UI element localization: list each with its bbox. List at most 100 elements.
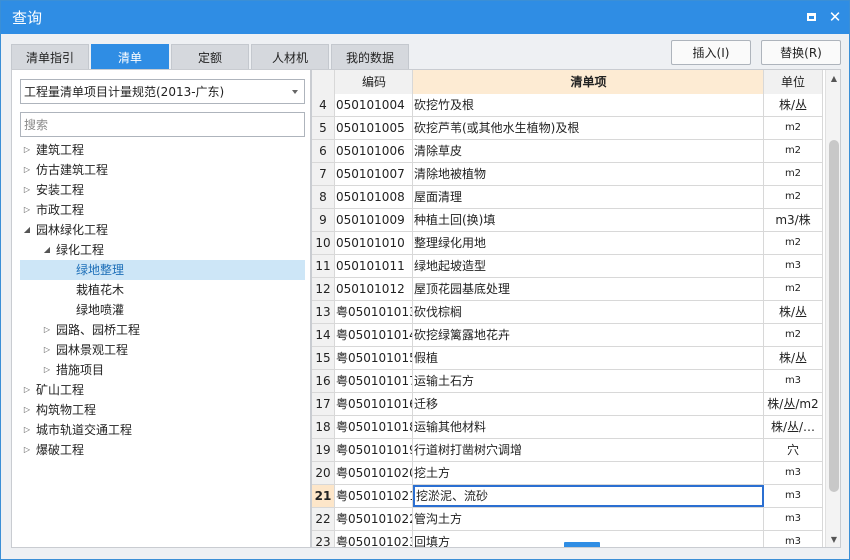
code-cell[interactable]: 粤050101022 xyxy=(335,508,413,530)
unit-cell[interactable]: m3 xyxy=(764,485,823,507)
tree-node[interactable]: ▷ 仿古建筑工程 xyxy=(20,160,305,180)
tree-node[interactable]: 绿地整理 xyxy=(20,260,305,280)
unit-column-header[interactable]: 单位 xyxy=(764,70,823,94)
code-cell[interactable]: 050101008 xyxy=(335,186,413,208)
tree-node[interactable]: ▷ 矿山工程 xyxy=(20,380,305,400)
expand-caret-icon[interactable]: ▷ xyxy=(22,200,32,220)
unit-cell[interactable]: m2 xyxy=(764,324,823,346)
name-cell[interactable]: 清除地被植物 xyxy=(413,163,764,185)
table-row[interactable]: 22 粤050101022 管沟土方 m3 xyxy=(312,508,823,531)
table-row[interactable]: 13 粤050101013 砍伐棕榈 株/丛 xyxy=(312,301,823,324)
code-cell[interactable]: 粤050101016 xyxy=(335,393,413,415)
tree-node[interactable]: ▷ 措施项目 xyxy=(20,360,305,380)
name-cell[interactable]: 绿地起坡造型 xyxy=(413,255,764,277)
table-row[interactable]: 7 050101007 清除地被植物 m2 xyxy=(312,163,823,186)
name-cell[interactable]: 整理绿化用地 xyxy=(413,232,764,254)
scroll-up-icon[interactable]: ▲ xyxy=(826,72,840,86)
unit-cell[interactable]: m2 xyxy=(764,140,823,162)
collapse-caret-icon[interactable]: ◢ xyxy=(42,240,52,260)
code-cell[interactable]: 粤050101015 xyxy=(335,347,413,369)
name-cell[interactable]: 砍伐棕榈 xyxy=(413,301,764,323)
title-bar[interactable]: 查询 ✕ xyxy=(1,1,849,34)
insert-button[interactable]: 插入(I) xyxy=(671,40,751,65)
unit-cell[interactable]: m2 xyxy=(764,163,823,185)
unit-cell[interactable]: m3 xyxy=(764,531,823,547)
expand-caret-icon[interactable]: ▷ xyxy=(22,180,32,200)
tree-node[interactable]: 栽植花木 xyxy=(20,280,305,300)
name-cell[interactable]: 行道树打凿树穴调增 xyxy=(413,439,764,461)
expand-caret-icon[interactable]: ▷ xyxy=(42,340,52,360)
code-column-header[interactable]: 编码 xyxy=(335,70,413,94)
code-cell[interactable]: 050101012 xyxy=(335,278,413,300)
close-icon[interactable]: ✕ xyxy=(827,9,843,25)
table-row[interactable]: 5 050101005 砍挖芦苇(或其他水生植物)及根 m2 xyxy=(312,117,823,140)
replace-button[interactable]: 替换(R) xyxy=(761,40,841,65)
name-cell[interactable]: 假植 xyxy=(413,347,764,369)
vertical-scrollbar[interactable]: ▲ ▼ xyxy=(825,70,840,547)
code-cell[interactable]: 050101009 xyxy=(335,209,413,231)
unit-cell[interactable]: m2 xyxy=(764,117,823,139)
code-cell[interactable]: 粤050101023 xyxy=(335,531,413,547)
name-cell[interactable]: 运输土石方 xyxy=(413,370,764,392)
name-cell[interactable]: 清除草皮 xyxy=(413,140,764,162)
name-cell[interactable]: 屋顶花园基底处理 xyxy=(413,278,764,300)
table-row[interactable]: 11 050101011 绿地起坡造型 m3 xyxy=(312,255,823,278)
code-cell[interactable]: 050101011 xyxy=(335,255,413,277)
scroll-thumb[interactable] xyxy=(829,140,839,492)
name-column-header[interactable]: 清单项 xyxy=(413,70,764,94)
name-cell[interactable]: 屋面清理 xyxy=(413,186,764,208)
name-cell[interactable]: 挖土方 xyxy=(413,462,764,484)
expand-caret-icon[interactable]: ▷ xyxy=(22,160,32,180)
unit-cell[interactable]: 株/丛/m2 xyxy=(764,393,823,415)
tree-node[interactable]: ▷ 建筑工程 xyxy=(20,140,305,160)
tree-node[interactable]: ▷ 市政工程 xyxy=(20,200,305,220)
table-row[interactable]: 10 050101010 整理绿化用地 m2 xyxy=(312,232,823,255)
unit-cell[interactable]: m3 xyxy=(764,255,823,277)
code-cell[interactable]: 粤050101017 xyxy=(335,370,413,392)
collapse-caret-icon[interactable]: ◢ xyxy=(22,220,32,240)
table-row[interactable]: 15 粤050101015 假植 株/丛 xyxy=(312,347,823,370)
expand-caret-icon[interactable]: ▷ xyxy=(22,140,32,160)
chevron-down-icon[interactable] xyxy=(292,90,298,94)
tree-node[interactable]: ▷ 安装工程 xyxy=(20,180,305,200)
unit-cell[interactable]: 株/丛 xyxy=(764,94,823,116)
tree-node[interactable]: ▷ 园路、园桥工程 xyxy=(20,320,305,340)
tree-node[interactable]: ▷ 园林景观工程 xyxy=(20,340,305,360)
unit-cell[interactable]: 株/丛 xyxy=(764,347,823,369)
unit-cell[interactable]: m3/株 xyxy=(764,209,823,231)
tab-bill-guide[interactable]: 清单指引 xyxy=(11,44,89,70)
name-cell[interactable]: 砍挖绿篱露地花卉 xyxy=(413,324,764,346)
code-cell[interactable]: 粤050101021 xyxy=(335,485,413,507)
table-row[interactable]: 4 050101004 砍挖竹及根 株/丛 xyxy=(312,94,823,117)
expand-caret-icon[interactable]: ▷ xyxy=(22,380,32,400)
tab-quota[interactable]: 定额 xyxy=(171,44,249,70)
search-input[interactable] xyxy=(20,112,305,137)
code-cell[interactable]: 粤050101014 xyxy=(335,324,413,346)
unit-cell[interactable]: m2 xyxy=(764,186,823,208)
table-row[interactable]: 12 050101012 屋顶花园基底处理 m2 xyxy=(312,278,823,301)
spec-select[interactable]: 工程量清单项目计量规范(2013-广东) xyxy=(20,79,305,104)
name-cell[interactable]: 砍挖竹及根 xyxy=(413,94,764,116)
expand-caret-icon[interactable]: ▷ xyxy=(42,320,52,340)
expand-caret-icon[interactable]: ▷ xyxy=(22,440,32,460)
unit-cell[interactable]: m2 xyxy=(764,278,823,300)
maximize-icon[interactable] xyxy=(803,9,819,25)
table-row[interactable]: 6 050101006 清除草皮 m2 xyxy=(312,140,823,163)
tree-node[interactable]: ◢ 园林绿化工程 xyxy=(20,220,305,240)
table-row[interactable]: 8 050101008 屋面清理 m2 xyxy=(312,186,823,209)
tab-labor-material-machine[interactable]: 人材机 xyxy=(251,44,329,70)
name-cell[interactable]: 管沟土方 xyxy=(413,508,764,530)
table-row[interactable]: 17 粤050101016 迁移 株/丛/m2 xyxy=(312,393,823,416)
unit-cell[interactable]: 株/丛/… xyxy=(764,416,823,438)
table-row[interactable]: 14 粤050101014 砍挖绿篱露地花卉 m2 xyxy=(312,324,823,347)
unit-cell[interactable]: m2 xyxy=(764,232,823,254)
table-row[interactable]: 21 粤050101021 挖淤泥、流砂 m3 xyxy=(312,485,823,508)
panel-splitter-handle[interactable] xyxy=(564,542,600,547)
tree-node[interactable]: ▷ 爆破工程 xyxy=(20,440,305,460)
name-cell[interactable]: 运输其他材料 xyxy=(413,416,764,438)
code-cell[interactable]: 050101006 xyxy=(335,140,413,162)
name-cell[interactable]: 挖淤泥、流砂 xyxy=(413,485,764,507)
unit-cell[interactable]: m3 xyxy=(764,508,823,530)
table-row[interactable]: 18 粤050101018 运输其他材料 株/丛/… xyxy=(312,416,823,439)
tree-node[interactable]: 绿地喷灌 xyxy=(20,300,305,320)
